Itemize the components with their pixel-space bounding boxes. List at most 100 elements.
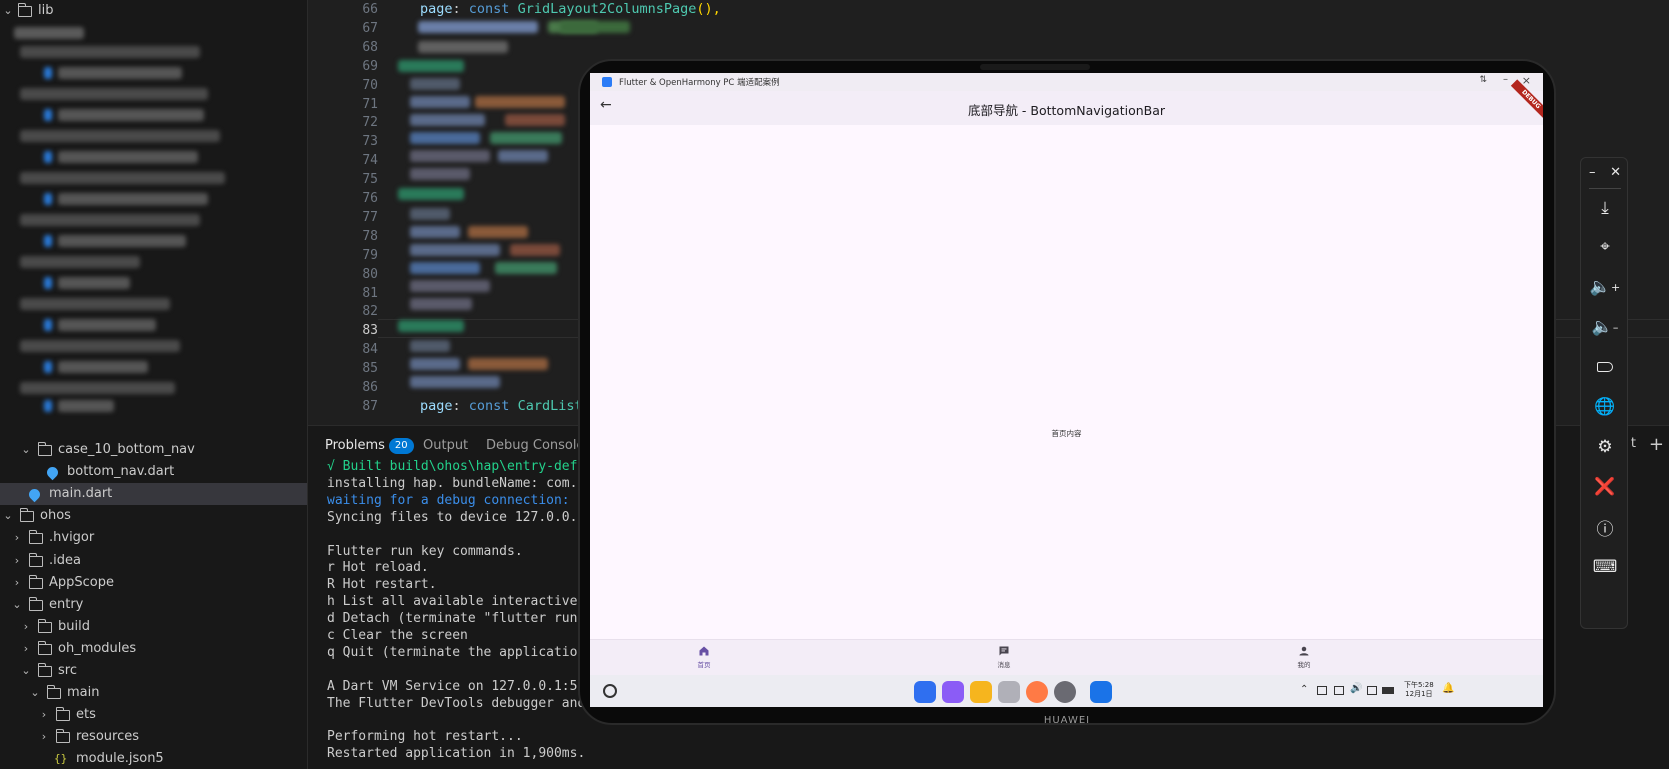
system-clock[interactable]: 下午5:28 12月1日: [1404, 681, 1434, 699]
tree-item-label: AppScope: [49, 574, 114, 590]
volume-down-icon[interactable]: 🔈 –: [1581, 312, 1629, 342]
minimize-icon[interactable]: –: [1503, 74, 1508, 85]
tree-item[interactable]: › AppScope: [0, 572, 307, 594]
tree-item-label: .hvigor: [49, 530, 95, 546]
line-number: 74: [362, 153, 378, 169]
tree-item[interactable]: › ets: [0, 704, 307, 726]
tree-item[interactable]: › .hvigor: [0, 527, 307, 549]
tree-item-label: build: [58, 618, 90, 634]
tree-item-label: entry: [49, 596, 84, 612]
volume-icon[interactable]: 🔊: [1350, 683, 1362, 694]
launcher-icon[interactable]: [914, 681, 936, 703]
tray-chevron-icon[interactable]: ⌃: [1300, 684, 1308, 695]
tree-item-label: oh_modules: [58, 640, 137, 656]
files-icon[interactable]: [942, 681, 964, 703]
terminal-line: Performing hot restart...: [327, 729, 523, 745]
tree-item[interactable]: bottom_nav.dart: [0, 461, 307, 483]
code-token: (),: [696, 1, 721, 17]
device-camera-bar: [980, 64, 1090, 70]
tree-item[interactable]: ⌄ ohos: [0, 505, 307, 527]
tab-debug-console[interactable]: Debug Console: [486, 436, 585, 456]
chevron-right-icon: ›: [14, 531, 20, 545]
system-dock: ⌃ 🔊 下午5:28 12月1日 🔔: [590, 675, 1543, 707]
file-explorer: ⌄ lib ⌄ case_10_bottom_nav bottom_nav.dart…: [0, 0, 308, 769]
toolbar-window-controls: – ✕: [1581, 158, 1629, 186]
terminal-line: Syncing files to device 127.0.0.1:55: [327, 509, 609, 525]
tree-item-label: bottom_nav.dart: [67, 464, 175, 480]
app-store-icon[interactable]: [1090, 681, 1112, 703]
terminal-line: √ Built build\ohos\hap\entry-default: [327, 459, 609, 474]
minimize-icon[interactable]: –: [1589, 165, 1596, 180]
notification-bell-icon[interactable]: 🔔: [1442, 683, 1454, 694]
chevron-right-icon: ›: [14, 553, 20, 567]
window-title: Flutter & OpenHarmony PC 端适配案例: [619, 78, 780, 88]
tree-item[interactable]: ⌄ entry: [0, 594, 307, 616]
folder-icon: [28, 596, 43, 611]
folder-icon: [55, 729, 70, 744]
crop-icon[interactable]: ⌖: [1581, 232, 1629, 262]
restore-icon[interactable]: ⇅: [1479, 75, 1487, 85]
chevron-down-icon: ⌄: [21, 443, 31, 456]
line-number: 77: [362, 209, 378, 225]
dart-file-icon: [26, 486, 43, 503]
tree-item[interactable]: ⌄ main: [0, 682, 307, 704]
clock-date: 12月1日: [1405, 690, 1433, 698]
tree-item[interactable]: › .idea: [0, 550, 307, 572]
terminal-line: waiting for a debug connection: http: [327, 492, 609, 508]
assistant-icon[interactable]: [603, 684, 617, 698]
app-icon: [602, 77, 612, 87]
folder-icon: [17, 3, 32, 17]
nav-item-profile[interactable]: 我的: [1244, 640, 1364, 676]
chevron-right-icon: ›: [23, 619, 29, 633]
folder-icon: [46, 685, 61, 700]
line-number: 73: [362, 134, 378, 150]
problems-count-badge: 20: [388, 438, 414, 454]
home-icon: [699, 646, 709, 656]
terminal-line: installing hap. bundleName: com.lefu: [327, 475, 609, 491]
app-bar: ← 底部导航 - BottomNavigationBar DEBUG: [590, 79, 1543, 125]
chevron-down-icon: ⌄: [3, 509, 13, 523]
tree-item[interactable]: › build: [0, 616, 307, 638]
tab-problems[interactable]: Problems 20: [325, 436, 414, 456]
line-number: 79: [362, 247, 378, 263]
line-number: 82: [362, 304, 378, 320]
settings-icon[interactable]: ⚙: [1581, 432, 1629, 462]
tree-item-label: ets: [76, 707, 96, 723]
terminal-line: Restarted application in 1,900ms.: [327, 746, 586, 762]
tree-item[interactable]: ⌄ src: [0, 660, 307, 682]
gallery-icon[interactable]: [1026, 681, 1048, 703]
trash-icon[interactable]: [998, 681, 1020, 703]
tree-item[interactable]: {} module.json5: [0, 748, 307, 769]
tray-icon[interactable]: [1334, 686, 1344, 695]
notes-icon[interactable]: [970, 681, 992, 703]
tray-icon[interactable]: [1367, 686, 1377, 695]
tree-item-lib[interactable]: ⌄ lib: [0, 0, 307, 22]
tree-item[interactable]: › oh_modules: [0, 638, 307, 660]
add-icon[interactable]: +: [1649, 434, 1664, 455]
folder-icon: [28, 552, 43, 567]
tab-output[interactable]: Output: [423, 436, 468, 456]
terminal-line: h List all available interactive com: [327, 594, 609, 610]
nav-label: 首页: [697, 661, 711, 669]
nav-item-messages[interactable]: 消息: [944, 640, 1064, 676]
tray-icon[interactable]: [1317, 686, 1327, 695]
pin-top-icon[interactable]: ⤓: [1581, 193, 1629, 223]
volume-up-icon[interactable]: 🔈 +: [1581, 272, 1629, 302]
info-icon[interactable]: ⓘ: [1581, 512, 1629, 542]
globe-icon[interactable]: 🌐: [1581, 392, 1629, 422]
settings-app-icon[interactable]: [1054, 681, 1076, 703]
tree-item-label: main.dart: [49, 486, 113, 502]
tree-item[interactable]: main.dart: [0, 483, 307, 506]
terminal-line: The Flutter DevTools debugger and pr: [327, 695, 609, 711]
close-icon[interactable]: ✕: [1610, 165, 1621, 180]
clock-time: 下午5:28: [1404, 681, 1434, 689]
bug-icon[interactable]: ❌: [1581, 472, 1629, 502]
content-text: 首页内容: [1051, 429, 1082, 438]
nav-item-home[interactable]: 首页: [644, 640, 764, 676]
battery-icon[interactable]: [1382, 687, 1394, 694]
tag-icon[interactable]: [1581, 352, 1629, 382]
line-number: 69: [362, 58, 378, 74]
tree-item[interactable]: › resources: [0, 726, 307, 748]
tree-item[interactable]: ⌄ case_10_bottom_nav: [0, 439, 307, 461]
keyboard-icon[interactable]: ⌨: [1581, 552, 1629, 582]
